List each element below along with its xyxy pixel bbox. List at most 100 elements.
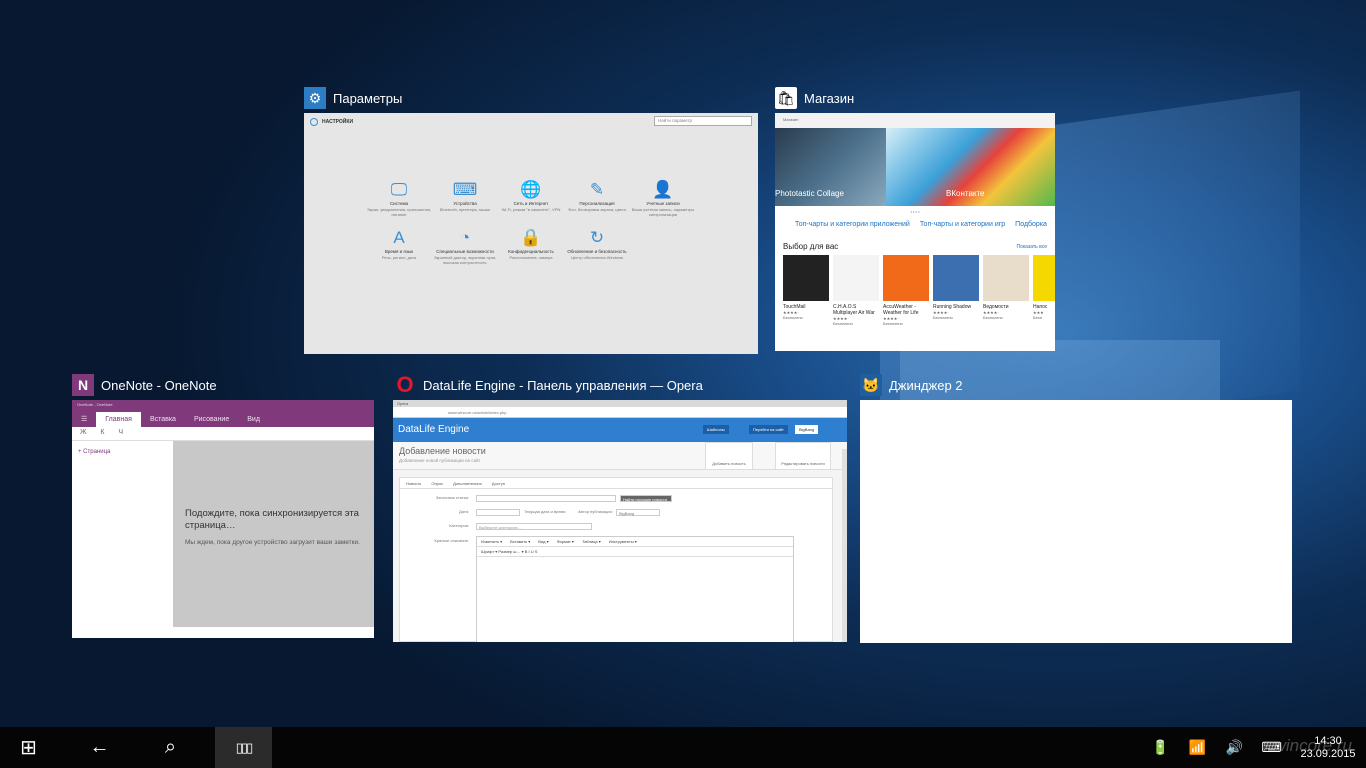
settings-item[interactable]: A Время и язык Речь, регион, дата [366, 227, 432, 265]
settings-header: НАСТРОЙКИ [310, 118, 353, 126]
onenote-tab[interactable]: Главная [96, 412, 141, 427]
editor-menu-item[interactable]: Инструменты ▾ [609, 539, 637, 544]
app-icon [983, 255, 1029, 301]
author-label: Автор публикации: [578, 509, 613, 514]
store-hero[interactable]: Phototastic Collage ВКонтакте [775, 128, 1055, 206]
onenote-tab[interactable]: Рисование [185, 412, 238, 427]
store-app-tile[interactable]: Ведомости ★★★★· Бесплатно [983, 255, 1029, 326]
settings-item[interactable]: 🌐 Сеть и Интернет Wi-Fi, режим "в самолете… [498, 179, 564, 217]
onenote-caption[interactable]: N OneNote - OneNote [72, 373, 217, 397]
editor-menu-item[interactable]: Формат ▾ [557, 539, 574, 544]
store-window[interactable]: Магазин Phototastic Collage ВКонтакте • … [775, 113, 1055, 351]
store-show-all-link[interactable]: Показать все [1016, 244, 1047, 250]
dle-user-button[interactable]: BigBang [795, 425, 819, 434]
settings-item[interactable]: 🔒 Конфиденциальность Расположение, камера [498, 227, 564, 265]
settings-item-icon: ⌨ [452, 180, 478, 199]
editor-menu-item[interactable]: Изменить ▾ [481, 539, 502, 544]
dle-templates-button[interactable]: Шаблоны [703, 425, 729, 434]
ginger-caption[interactable]: 🐱 Джинджер 2 [860, 373, 963, 397]
form-tab[interactable]: Доступ [492, 481, 505, 486]
store-app-tile[interactable]: AccuWeather - Weather for Life ★★★★· Беспл… [883, 255, 929, 326]
author-input[interactable]: BigBang [616, 509, 660, 516]
battery-icon[interactable]: 🔋 [1142, 739, 1179, 756]
settings-item-label: Время и язык [384, 249, 414, 254]
settings-item-icon: 🌐 [520, 180, 542, 199]
category-select[interactable]: Выберите категорию… [476, 523, 592, 530]
settings-item-desc: Ваша учетная запись, параметры синхрониз… [631, 207, 695, 217]
store-app-tile[interactable]: C.H.A.O.S Multiplayer Air War ★★★★· Беспла… [833, 255, 879, 326]
wifi-icon[interactable]: 📶 [1179, 739, 1216, 756]
store-caption[interactable]: 🛍 Магазин [775, 86, 854, 110]
add-page-link[interactable]: + Страница [72, 441, 173, 463]
dle-page-header: Добавление новости Добавление новой публ… [393, 442, 847, 470]
form-tab[interactable]: Опрос [431, 481, 443, 486]
opera-tabbar[interactable]: Opera [393, 400, 847, 407]
search-button[interactable]: ⌕ [142, 727, 199, 768]
settings-item[interactable]: 🖵 Система Экран, уведомления, приложения, … [366, 179, 432, 217]
settings-item-label: Обновление и безопасность [567, 249, 627, 254]
settings-item-label: Устройства [453, 201, 477, 206]
app-icon [933, 255, 979, 301]
settings-title: Параметры [333, 90, 403, 106]
store-carousel-dots[interactable]: • • • • [775, 209, 1055, 214]
hamburger-icon[interactable]: ☰ [72, 411, 96, 427]
editor-toolbar[interactable]: Шрифт ▾ Размер ш… ▾ B I U S [477, 547, 793, 557]
onenote-tab[interactable]: Вставка [141, 412, 185, 427]
settings-item[interactable]: ◔ Специальные возможности Экранный диктор,… [432, 227, 498, 265]
task-view-button[interactable]: ▯▯▯ [215, 727, 272, 768]
taskbar: ⊞ ← ⌕ ▯▯▯ 🔋 📶 🔊 ⌨ 14:30 23.09.2015 [0, 727, 1366, 768]
store-link[interactable]: Топ-чарты и категории игр [920, 221, 1005, 228]
ginger-window[interactable] [860, 400, 1292, 643]
store-section-title: Выбор для вас [783, 242, 839, 251]
dle-brand: DataLife Engine [398, 424, 470, 435]
editor-menu-item[interactable]: Вставить ▾ [510, 539, 530, 544]
find-similar-button[interactable]: Найти похожие новости [620, 495, 672, 502]
app-price: Бесплатно [933, 315, 953, 320]
store-hero-tile-2[interactable]: ВКонтакте [886, 128, 1055, 206]
onenote-page-list: + Страница [72, 441, 173, 638]
title-input[interactable] [476, 495, 616, 502]
onenote-tab[interactable]: Вид [238, 412, 269, 427]
settings-search-input[interactable]: Найти параметр [654, 116, 752, 126]
date-input[interactable] [476, 509, 520, 516]
store-app-tile[interactable]: Напос ★★★ Бесп [1033, 255, 1055, 326]
current-date-checkbox[interactable]: Текущая дата и время [524, 509, 565, 514]
store-hero-tile-1[interactable]: Phototastic Collage [775, 128, 886, 206]
opera-address-bar[interactable]: www.wincore.ru/admin/index.php [393, 407, 847, 418]
dle-site-button[interactable]: Перейти на сайт [749, 425, 788, 434]
editor-menu-item[interactable]: Вид ▾ [538, 539, 548, 544]
opera-window[interactable]: Opera www.wincore.ru/admin/index.php Dat… [393, 400, 847, 642]
opera-scrollbar[interactable] [842, 449, 847, 642]
volume-icon[interactable]: 🔊 [1216, 739, 1253, 756]
onenote-titlebar: OneNote - OneNote [72, 400, 374, 408]
add-news-button[interactable]: Добавить новость [705, 442, 753, 470]
editor-menu-item[interactable]: Таблица ▾ [582, 539, 601, 544]
start-button[interactable]: ⊞ [0, 727, 57, 768]
gear-icon: ⚙ [304, 87, 326, 109]
settings-window[interactable]: НАСТРОЙКИ Найти параметр 🖵 Система Экран, … [304, 113, 758, 354]
store-app-list: TouchMail ★★★★· Бесплатно C.H.A.O.S Multipl… [783, 255, 1055, 326]
settings-item[interactable]: ↻ Обновление и безопасность Центр обновлен… [564, 227, 630, 265]
edit-news-button[interactable]: Редактировать новости [775, 442, 831, 470]
store-link[interactable]: Топ-чарты и категории приложений [795, 221, 910, 228]
store-app-tile[interactable]: TouchMail ★★★★· Бесплатно [783, 255, 829, 326]
opera-caption[interactable]: O DataLife Engine - Панель управления — … [394, 372, 702, 397]
settings-item-icon: ↻ [589, 228, 605, 247]
store-bag-icon: 🛍 [775, 87, 797, 109]
settings-caption[interactable]: ⚙ Параметры [304, 86, 402, 110]
onenote-icon: N [72, 374, 94, 396]
onenote-window[interactable]: OneNote - OneNote ☰ Главная Вставка Рисован… [72, 400, 374, 638]
store-link[interactable]: Подборка [1015, 221, 1047, 228]
store-app-tile[interactable]: Running Shadow ★★★★· Бесплатно [933, 255, 979, 326]
back-button[interactable]: ← [71, 727, 128, 768]
app-icon [1033, 255, 1055, 301]
onenote-format-toolbar[interactable]: Ж К Ч [72, 427, 374, 441]
settings-item[interactable]: ⌨ Устройства Bluetooth, принтеры, мышь [432, 179, 498, 217]
form-tab[interactable]: Дополнительно [453, 481, 482, 486]
form-tab[interactable]: Новость [406, 481, 421, 486]
rich-text-editor[interactable]: Изменить ▾ Вставить ▾ Вид ▾ Формат ▾ Таблица… [476, 536, 794, 642]
settings-item-label: Система [389, 201, 409, 206]
editor-menubar: Изменить ▾ Вставить ▾ Вид ▾ Формат ▾ Таблица… [477, 537, 793, 547]
settings-item[interactable]: ✎ Персонализация Фон, блокировка экрана, ц… [564, 179, 630, 217]
settings-item[interactable]: 👤 Учетные записи Ваша учетная запись, пара… [630, 179, 696, 217]
